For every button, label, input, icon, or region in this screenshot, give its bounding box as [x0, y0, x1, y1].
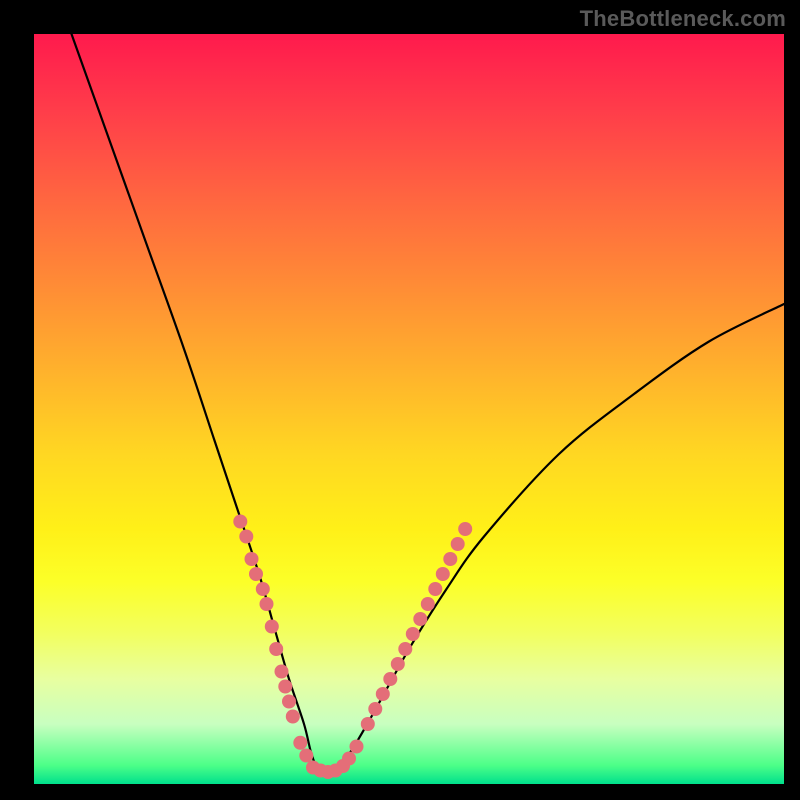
right-dot-cluster-dot: [406, 627, 420, 641]
valley-dot-cluster-dot: [350, 740, 364, 754]
outer-frame: TheBottleneck.com: [0, 0, 800, 800]
right-dot-cluster-dot: [413, 612, 427, 626]
left-dot-cluster-dot: [239, 530, 253, 544]
chart-svg: [34, 34, 784, 784]
valley-dot-cluster-dot: [293, 736, 307, 750]
right-dot-cluster-dot: [383, 672, 397, 686]
right-dot-cluster-dot: [421, 597, 435, 611]
left-dot-cluster-dot: [260, 597, 274, 611]
right-dot-cluster-dot: [391, 657, 405, 671]
right-dot-cluster-dot: [458, 522, 472, 536]
right-dot-cluster-dot: [398, 642, 412, 656]
left-dot-cluster-dot: [269, 642, 283, 656]
left-dot-cluster-dot: [275, 665, 289, 679]
right-dot-cluster-dot: [451, 537, 465, 551]
right-dot-cluster-dot: [428, 582, 442, 596]
right-dot-cluster-dot: [361, 717, 375, 731]
watermark-text: TheBottleneck.com: [580, 6, 786, 32]
valley-dot-cluster-dot: [299, 749, 313, 763]
bottleneck-curve: [72, 34, 785, 771]
left-dot-cluster-dot: [233, 515, 247, 529]
left-dot-cluster-dot: [286, 710, 300, 724]
left-dot-cluster-dot: [282, 695, 296, 709]
left-dot-cluster-dot: [265, 620, 279, 634]
plot-area: [34, 34, 784, 784]
right-dot-cluster-dot: [376, 687, 390, 701]
data-dots-group: [233, 515, 472, 780]
left-dot-cluster-dot: [278, 680, 292, 694]
right-dot-cluster-dot: [368, 702, 382, 716]
valley-dot-cluster-dot: [342, 752, 356, 766]
left-dot-cluster-dot: [256, 582, 270, 596]
left-dot-cluster-dot: [249, 567, 263, 581]
left-dot-cluster-dot: [245, 552, 259, 566]
right-dot-cluster-dot: [443, 552, 457, 566]
right-dot-cluster-dot: [436, 567, 450, 581]
